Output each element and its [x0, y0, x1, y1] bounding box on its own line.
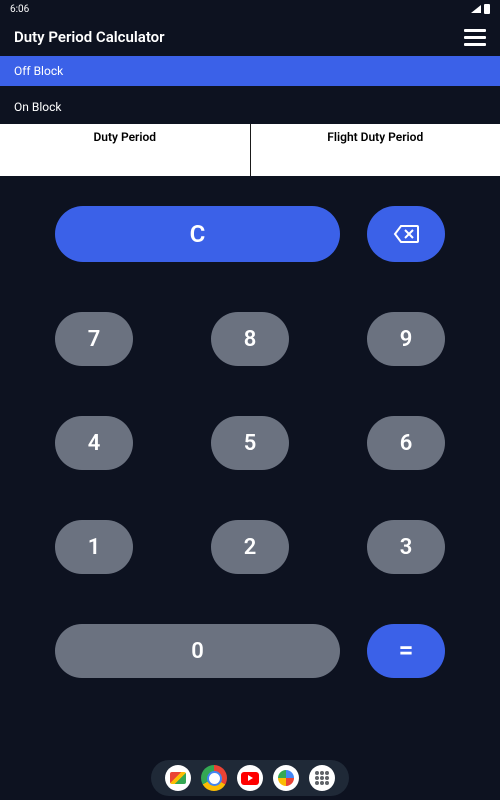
equals-button[interactable]: =: [367, 624, 445, 678]
backspace-button[interactable]: [367, 206, 445, 262]
backspace-icon: [393, 224, 419, 244]
status-time: 6:06: [10, 4, 29, 15]
gmail-icon[interactable]: [165, 765, 191, 791]
status-bar: 6:06: [0, 0, 500, 18]
key-3[interactable]: 3: [367, 520, 445, 574]
key-6[interactable]: 6: [367, 416, 445, 470]
on-block-label: On Block: [14, 100, 61, 114]
status-icons: [471, 4, 490, 14]
key-4[interactable]: 4: [55, 416, 133, 470]
key-8[interactable]: 8: [211, 312, 289, 366]
duty-period-cell: Duty Period: [0, 124, 251, 176]
menu-icon[interactable]: [464, 29, 486, 46]
photos-icon[interactable]: [273, 765, 299, 791]
app-bar: Duty Period Calculator: [0, 18, 500, 56]
off-block-field[interactable]: Off Block: [0, 56, 500, 86]
youtube-icon[interactable]: [237, 765, 263, 791]
key-7[interactable]: 7: [55, 312, 133, 366]
keypad: C 7 8 9 4 5 6 1 2 3 0 =: [0, 176, 500, 678]
battery-icon: [484, 4, 490, 14]
chrome-icon[interactable]: [201, 765, 227, 791]
nav-pill: [151, 760, 349, 796]
flight-duty-period-label: Flight Duty Period: [327, 130, 423, 144]
navigation-bar: [0, 756, 500, 800]
signal-icon: [471, 5, 481, 13]
key-9[interactable]: 9: [367, 312, 445, 366]
apps-icon[interactable]: [309, 765, 335, 791]
on-block-field[interactable]: On Block: [0, 86, 500, 124]
flight-duty-period-cell: Flight Duty Period: [251, 124, 500, 176]
key-0[interactable]: 0: [55, 624, 340, 678]
results-row: Duty Period Flight Duty Period: [0, 124, 500, 176]
key-2[interactable]: 2: [211, 520, 289, 574]
duty-period-label: Duty Period: [93, 130, 156, 144]
key-5[interactable]: 5: [211, 416, 289, 470]
off-block-label: Off Block: [14, 64, 63, 78]
key-1[interactable]: 1: [55, 520, 133, 574]
app-title: Duty Period Calculator: [14, 28, 165, 46]
clear-button[interactable]: C: [55, 206, 340, 262]
